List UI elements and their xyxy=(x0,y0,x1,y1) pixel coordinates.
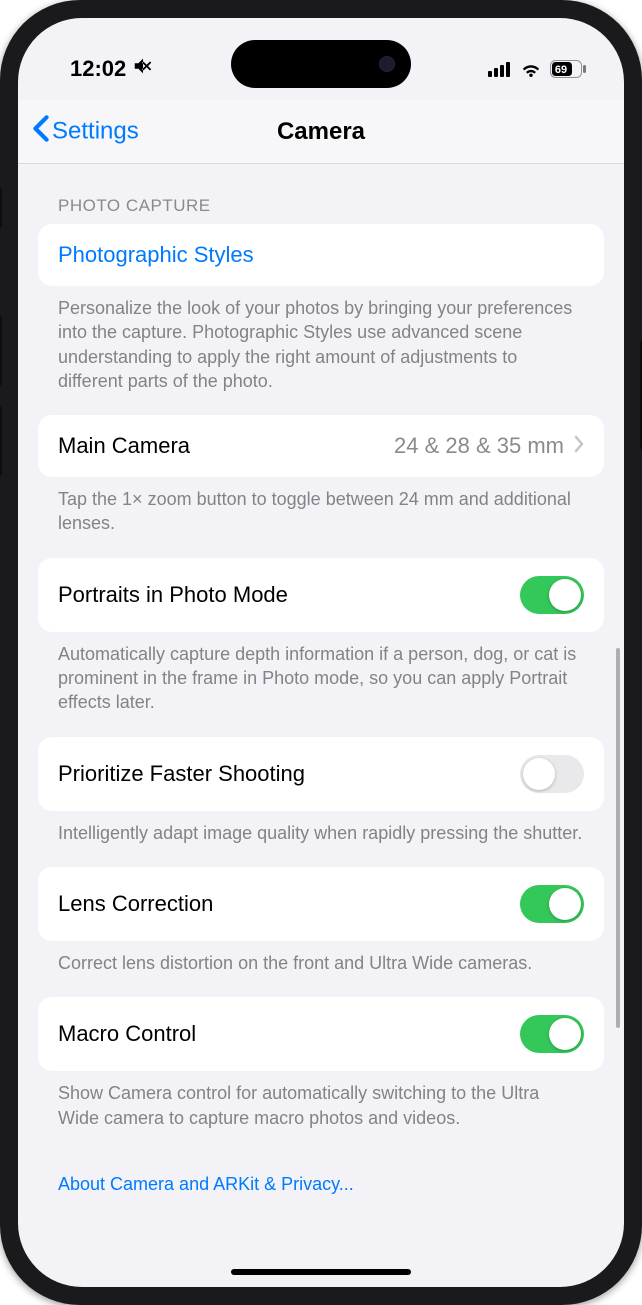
prioritize-label: Prioritize Faster Shooting xyxy=(58,761,305,787)
lens-correction-toggle[interactable] xyxy=(520,885,584,923)
macro-control-label: Macro Control xyxy=(58,1021,196,1047)
portraits-toggle[interactable] xyxy=(520,576,584,614)
section-header: PHOTO CAPTURE xyxy=(38,182,604,224)
prioritize-row: Prioritize Faster Shooting xyxy=(38,737,604,811)
wifi-icon xyxy=(520,61,542,77)
lens-correction-label: Lens Correction xyxy=(58,891,213,917)
prioritize-footer: Intelligently adapt image quality when r… xyxy=(38,811,604,867)
main-camera-value: 24 & 28 & 35 mm xyxy=(394,433,564,459)
macro-control-footer: Show Camera control for automatically sw… xyxy=(38,1071,604,1152)
about-camera-link[interactable]: About Camera and ARKit & Privacy... xyxy=(38,1152,604,1218)
chevron-left-icon xyxy=(32,114,50,149)
cellular-icon xyxy=(488,61,512,77)
portraits-row: Portraits in Photo Mode xyxy=(38,558,604,632)
lens-correction-row: Lens Correction xyxy=(38,867,604,941)
dynamic-island xyxy=(231,40,411,88)
photographic-styles-label: Photographic Styles xyxy=(58,242,254,268)
chevron-right-icon xyxy=(574,433,584,459)
macro-control-row: Macro Control xyxy=(38,997,604,1071)
prioritize-toggle[interactable] xyxy=(520,755,584,793)
lens-correction-footer: Correct lens distortion on the front and… xyxy=(38,941,604,997)
main-camera-row[interactable]: Main Camera 24 & 28 & 35 mm xyxy=(38,415,604,477)
photographic-styles-footer: Personalize the look of your photos by b… xyxy=(38,286,604,415)
back-label: Settings xyxy=(52,118,139,146)
status-time: 12:02 xyxy=(70,56,126,82)
content-scroll[interactable]: PHOTO CAPTURE Photographic Styles Person… xyxy=(18,164,624,1287)
side-button-silence xyxy=(0,188,2,228)
nav-bar: Settings Camera xyxy=(18,100,624,164)
scroll-indicator xyxy=(616,648,620,1028)
battery-icon: 69 xyxy=(550,60,586,78)
front-camera xyxy=(379,56,395,72)
silent-icon xyxy=(132,55,154,83)
phone-frame: 12:02 69 xyxy=(0,0,642,1305)
svg-text:69: 69 xyxy=(555,64,567,76)
side-button-volume-up xyxy=(0,316,2,386)
main-camera-label: Main Camera xyxy=(58,433,190,459)
photographic-styles-row[interactable]: Photographic Styles xyxy=(38,224,604,286)
main-camera-footer: Tap the 1× zoom button to toggle between… xyxy=(38,477,604,558)
back-button[interactable]: Settings xyxy=(32,114,139,149)
home-indicator[interactable] xyxy=(231,1269,411,1275)
page-title: Camera xyxy=(277,118,365,146)
screen: 12:02 69 xyxy=(18,18,624,1287)
macro-control-toggle[interactable] xyxy=(520,1015,584,1053)
portraits-footer: Automatically capture depth information … xyxy=(38,632,604,737)
portraits-label: Portraits in Photo Mode xyxy=(58,582,288,608)
side-button-volume-down xyxy=(0,406,2,476)
